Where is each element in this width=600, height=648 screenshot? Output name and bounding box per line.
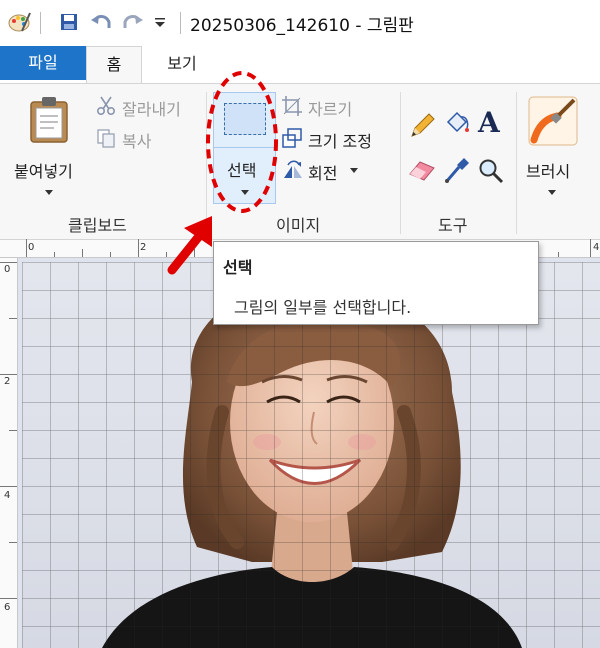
dropdown-caret-icon[interactable] (154, 18, 166, 28)
redo-icon[interactable] (122, 12, 144, 32)
paint-bucket-icon[interactable] (442, 110, 470, 138)
text-icon-glyph: A (478, 106, 500, 139)
eraser-icon[interactable] (408, 158, 436, 182)
ruler-tick (138, 239, 139, 257)
image-group-label: 이미지 (276, 216, 321, 235)
paste-label: 붙여넣기 (14, 162, 73, 181)
selection-marquee-icon (224, 103, 266, 135)
group-divider (400, 92, 401, 234)
rotate-button[interactable]: 회전 (308, 160, 337, 184)
ruler-tick (110, 252, 111, 257)
save-icon[interactable] (60, 13, 78, 31)
ruler-top-label: 4 (593, 242, 600, 253)
color-picker-icon[interactable] (444, 156, 470, 184)
title-divider (180, 12, 181, 34)
brushes-button[interactable]: 브러시 (522, 92, 596, 204)
qat-divider (40, 12, 41, 34)
copy-icon (97, 129, 115, 148)
ruler-tick (0, 486, 17, 487)
ruler-tick (590, 239, 591, 257)
ribbon: 붙여넣기 잘라내기 복사 클립보드 선택 자르기 크기 조정 회전 이미지 A … (0, 83, 600, 240)
ruler-left-label: 4 (4, 490, 11, 501)
ruler-tick (0, 262, 17, 263)
tab-home[interactable]: 홈 (86, 46, 142, 84)
select-button[interactable]: 선택 (213, 92, 276, 204)
brushes-label: 브러시 (526, 162, 571, 181)
ruler-left-label: 6 (4, 602, 11, 613)
scissors-icon (96, 96, 116, 116)
ruler-tick (558, 252, 559, 257)
select-dropdown-caret[interactable] (241, 190, 249, 195)
ruler-top-label: 2 (140, 242, 147, 253)
ruler-tick (0, 598, 17, 599)
paint-palette-icon[interactable] (8, 11, 32, 33)
ruler-tick (54, 252, 55, 257)
rotate-dropdown-caret[interactable] (350, 168, 358, 173)
crop-button[interactable]: 자르기 (308, 96, 352, 120)
ruler-tick (82, 249, 83, 257)
vertical-ruler: 0 2 4 6 (0, 258, 18, 648)
ruler-left-label: 2 (4, 376, 11, 387)
tab-file[interactable]: 파일 (0, 46, 86, 80)
clipboard-group-label: 클립보드 (68, 216, 127, 235)
tools-group-label: 도구 (438, 216, 468, 235)
tab-view[interactable]: 보기 (150, 46, 214, 84)
group-divider (516, 92, 517, 234)
brushes-dropdown-caret (548, 190, 556, 195)
cut-button[interactable]: 잘라내기 (122, 96, 181, 120)
brush-icon (528, 96, 578, 146)
clipboard-icon (30, 97, 68, 143)
ruler-top-label: 0 (28, 242, 35, 253)
ribbon-tabs: 파일 홈 보기 (0, 44, 600, 84)
title-bar: 20250306_142610 - 그림판 (0, 0, 600, 44)
ruler-tick (0, 374, 17, 375)
undo-icon[interactable] (90, 12, 112, 32)
paste-dropdown-caret (45, 190, 53, 195)
rotate-icon (284, 160, 302, 178)
paste-button[interactable]: 붙여넣기 (8, 92, 90, 204)
magnifier-icon[interactable] (478, 158, 504, 184)
select-split-divider (214, 147, 275, 148)
pencil-icon[interactable] (410, 112, 436, 138)
group-divider (206, 92, 207, 234)
ruler-tick (9, 542, 17, 543)
window-title: 20250306_142610 - 그림판 (190, 16, 414, 36)
resize-button[interactable]: 크기 조정 (308, 128, 372, 152)
ruler-tick (26, 239, 27, 257)
ruler-tick (9, 318, 17, 319)
ruler-tick (194, 249, 195, 257)
ruler-left-label: 0 (4, 264, 11, 275)
crop-icon (282, 96, 302, 116)
copy-button[interactable]: 복사 (122, 128, 151, 152)
resize-icon (282, 128, 302, 148)
tooltip-description: 그림의 일부를 선택합니다. (234, 298, 412, 317)
select-tooltip: 선택 그림의 일부를 선택합니다. (213, 241, 539, 325)
tooltip-title: 선택 (223, 258, 253, 277)
select-label: 선택 (227, 161, 257, 180)
ruler-tick (166, 252, 167, 257)
ruler-tick (9, 430, 17, 431)
